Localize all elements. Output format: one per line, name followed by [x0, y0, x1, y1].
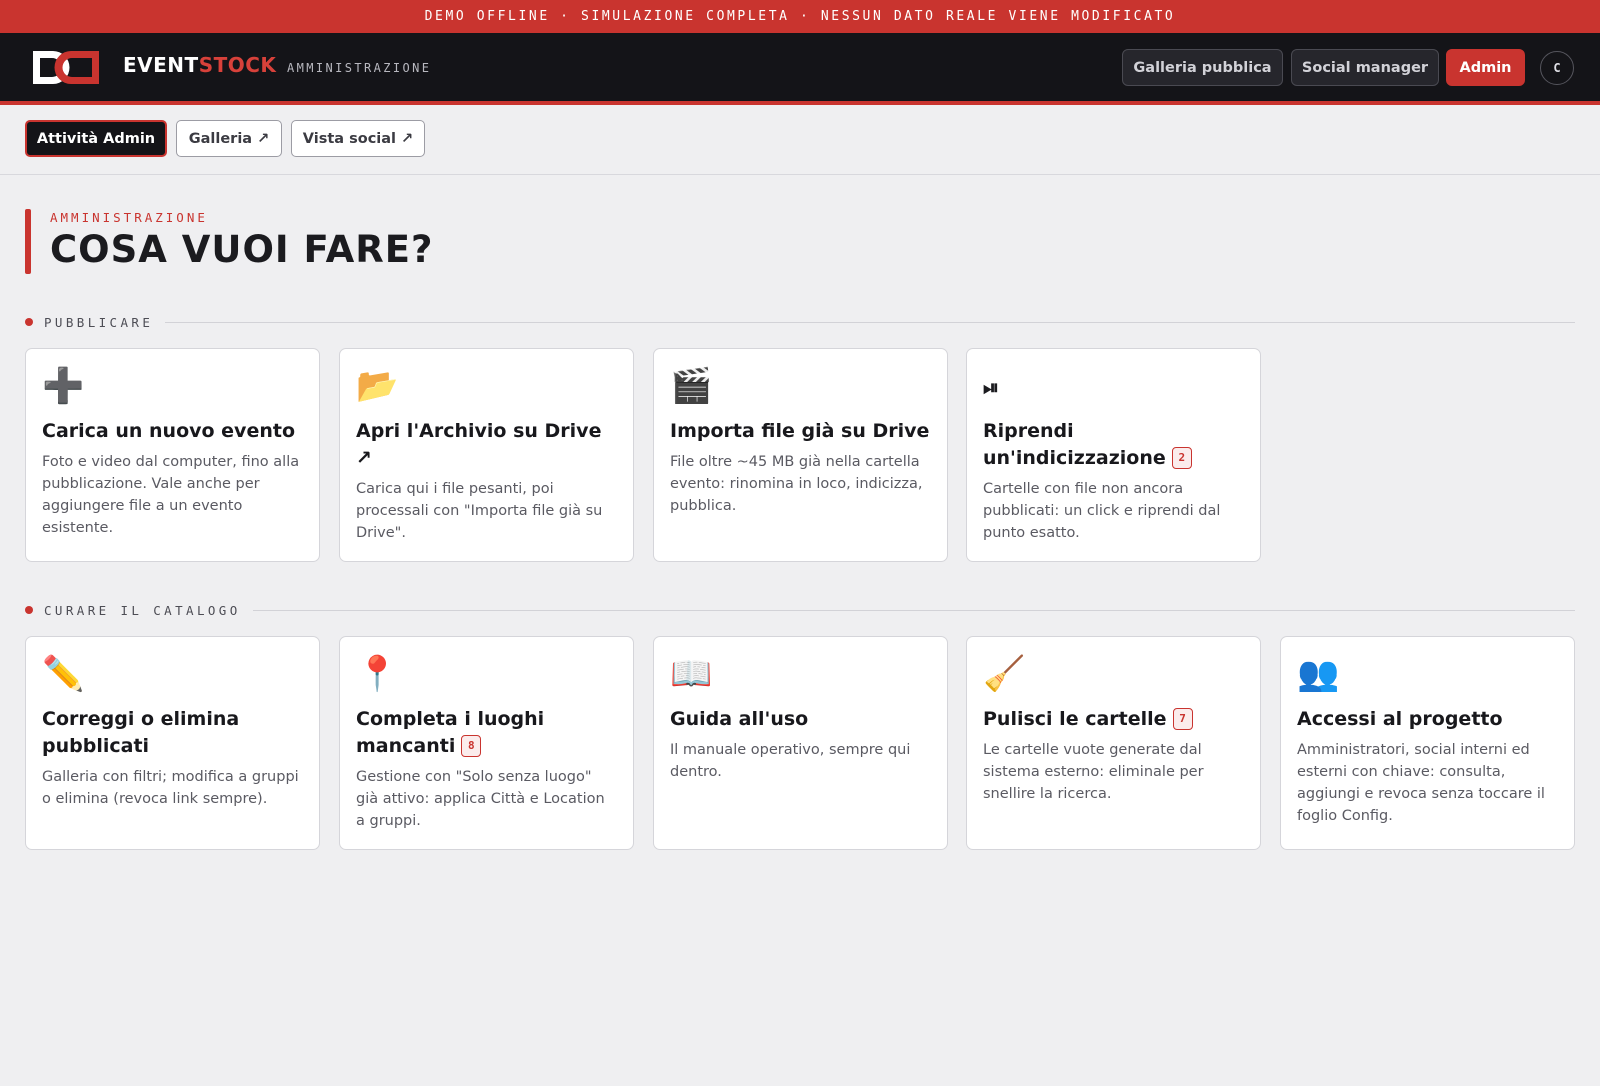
page-eyebrow: AMMINISTRAZIONE: [50, 210, 208, 225]
clapperboard-icon: 🎬: [670, 366, 713, 406]
plus-icon: ➕: [42, 366, 85, 406]
title-accent-bar: [25, 209, 31, 274]
card-description: Il manuale operativo, sempre qui dentro.: [670, 742, 911, 780]
card-user-guide[interactable]: 📖 Guida all'uso Il manuale operativo, se…: [653, 636, 948, 850]
section-label-publish: PUBBLICARE: [44, 314, 154, 330]
section-label-catalog: CURARE IL CATALOGO: [44, 602, 241, 618]
card-title-wrap: Completa i luoghi mancanti 8: [356, 706, 617, 760]
card-description: Amministratori, social interni ed estern…: [1297, 742, 1545, 824]
card-title: Completa i luoghi mancanti: [356, 708, 545, 757]
section-header-publish: PUBBLICARE: [25, 312, 1575, 332]
sub-navigation: Attività Admin Galleria ↗ Vista social ↗: [0, 105, 1600, 175]
card-description: Gestione con "Solo senza luogo" già atti…: [356, 769, 605, 829]
count-badge: 7: [1172, 708, 1193, 730]
public-gallery-button[interactable]: Galleria pubblica: [1122, 49, 1283, 86]
card-project-access[interactable]: 👥 Accessi al progetto Amministratori, so…: [1280, 636, 1575, 850]
card-description: Carica qui i file pesanti, poi processal…: [356, 481, 603, 541]
card-description: File oltre ~45 MB già nella cartella eve…: [670, 454, 923, 514]
card-open-drive-archive[interactable]: 📂 Apri l'Archivio su Drive ↗ Carica qui …: [339, 348, 634, 562]
card-title: Importa file già su Drive: [670, 420, 930, 442]
card-complete-locations[interactable]: 📍 Completa i luoghi mancanti 8 Gestione c…: [339, 636, 634, 850]
card-title: Accessi al progetto: [1297, 708, 1503, 730]
section-divider: [252, 609, 1575, 611]
card-title: Apri l'Archivio su Drive ↗: [356, 420, 602, 469]
card-import-drive-files[interactable]: 🎬 Importa file già su Drive File oltre ~…: [653, 348, 948, 562]
eventstock-logo-icon[interactable]: [31, 49, 101, 86]
card-title-wrap: Pulisci le cartelle 7: [983, 706, 1244, 733]
tab-gallery-link[interactable]: Galleria ↗: [176, 120, 282, 157]
section-dot: [25, 606, 33, 614]
card-upload-event[interactable]: ➕ Carica un nuovo evento Foto e video da…: [25, 348, 320, 562]
section-header-catalog: CURARE IL CATALOGO: [25, 600, 1575, 620]
demo-banner-text: DEMO OFFLINE · SIMULAZIONE COMPLETA · NE…: [424, 9, 1176, 24]
count-badge: 8: [461, 735, 482, 757]
card-title: Correggi o elimina pubblicati: [42, 708, 240, 757]
card-title-wrap: Riprendi un'indicizzazione 2: [983, 418, 1244, 472]
card-description: Cartelle con file non ancora pubblicati:…: [983, 481, 1221, 541]
open-folder-icon: 📂: [356, 366, 399, 406]
open-book-icon: 📖: [670, 654, 713, 694]
demo-banner: DEMO OFFLINE · SIMULAZIONE COMPLETA · NE…: [0, 0, 1600, 33]
app-header: EVENT STOCK AMMINISTRAZIONE Galleria pubb…: [0, 33, 1600, 105]
brand-name[interactable]: EVENT STOCK: [123, 53, 276, 77]
card-edit-published[interactable]: ✏️ Correggi o elimina pubblicati Galleri…: [25, 636, 320, 850]
tab-social-view-link[interactable]: Vista social ↗: [291, 120, 425, 157]
count-badge: 2: [1171, 447, 1192, 469]
brand-accent: STOCK: [198, 53, 277, 77]
card-title: Pulisci le cartelle: [983, 708, 1167, 730]
card-description: Le cartelle vuote generate dal sistema e…: [983, 742, 1204, 802]
card-description: Foto e video dal computer, fino alla pub…: [42, 454, 300, 536]
card-title: Carica un nuovo evento: [42, 420, 295, 442]
location-pin-icon: 📍: [356, 654, 399, 694]
broom-icon: 🧹: [983, 654, 1026, 694]
card-description: Galleria con filtri; modifica a gruppi o…: [42, 769, 299, 807]
card-title: Guida all'uso: [670, 708, 809, 730]
social-manager-button[interactable]: Social manager: [1291, 49, 1439, 86]
card-clean-folders[interactable]: 🧹 Pulisci le cartelle 7 Le cartelle vuote…: [966, 636, 1261, 850]
user-avatar[interactable]: C: [1540, 51, 1574, 85]
brand-subtitle: AMMINISTRAZIONE: [287, 61, 432, 75]
page-title: COSA VUOI FARE?: [50, 228, 434, 271]
play-pause-icon: ⏯: [983, 375, 999, 399]
admin-button[interactable]: Admin: [1446, 49, 1525, 86]
section-dot: [25, 318, 33, 326]
users-icon: 👥: [1297, 654, 1340, 694]
card-title: Riprendi un'indicizzazione: [983, 420, 1166, 469]
card-resume-indexing[interactable]: ⏯ Riprendi un'indicizzazione 2 Cartelle c…: [966, 348, 1261, 562]
tab-admin-activity[interactable]: Attività Admin: [25, 120, 167, 157]
brand-main: EVENT: [123, 53, 199, 77]
section-divider: [165, 321, 1575, 323]
pencil-icon: ✏️: [42, 654, 85, 694]
